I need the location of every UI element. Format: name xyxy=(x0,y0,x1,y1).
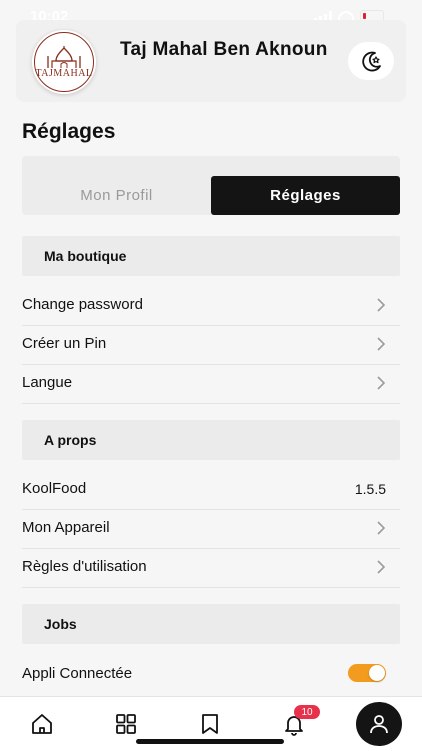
moon-star-icon xyxy=(362,51,381,72)
row-label: Appli Connectée xyxy=(22,665,133,682)
terms-row[interactable]: Règles d'utilisation xyxy=(22,548,400,588)
user-icon xyxy=(370,715,388,734)
bookmark-icon xyxy=(202,714,218,734)
section-title: Jobs xyxy=(44,616,77,632)
section-title: A props xyxy=(44,432,97,448)
shop-name: Taj Mahal Ben Aknoun xyxy=(120,39,328,60)
row-label: Mon Appareil xyxy=(22,519,110,536)
taj-mahal-icon xyxy=(47,45,81,68)
nav-bookmarks[interactable] xyxy=(192,707,228,741)
row-label: Créer un Pin xyxy=(22,335,107,352)
chevron-right-icon xyxy=(377,376,386,390)
shop-header: TAJMAHAL Taj Mahal Ben Aknoun xyxy=(16,20,406,102)
section-header-about: A props xyxy=(22,420,400,460)
chevron-right-icon xyxy=(377,298,386,312)
section-header-jobs: Jobs xyxy=(22,604,400,644)
row-label: Change password xyxy=(22,296,143,313)
tab-settings[interactable]: Réglages xyxy=(211,176,400,215)
row-label: Règles d'utilisation xyxy=(22,558,147,575)
chevron-right-icon xyxy=(377,337,386,351)
toggle-knob xyxy=(369,665,385,681)
chevron-right-icon xyxy=(377,521,386,535)
app-version-row: KoolFood 1.5.5 xyxy=(22,470,400,510)
notification-badge: 10 xyxy=(294,705,320,719)
app-name: KoolFood xyxy=(22,480,87,497)
theme-toggle-button[interactable] xyxy=(348,42,394,80)
chevron-right-icon xyxy=(377,560,386,574)
tab-profile[interactable]: Mon Profil xyxy=(22,176,211,215)
page-title: Réglages xyxy=(22,120,116,143)
nav-grid[interactable] xyxy=(108,707,144,741)
home-icon xyxy=(32,714,52,734)
app-connected-row: Appli Connectée xyxy=(22,655,400,694)
nav-profile[interactable] xyxy=(356,702,402,746)
section-title: Ma boutique xyxy=(44,248,127,264)
grid-icon xyxy=(116,714,136,734)
logo-text: TAJMAHAL xyxy=(35,67,93,79)
nav-home[interactable] xyxy=(24,707,60,741)
app-connected-toggle[interactable] xyxy=(348,664,386,682)
section-header-boutique: Ma boutique xyxy=(22,236,400,276)
app-version: 1.5.5 xyxy=(354,481,386,497)
nav-notifications[interactable]: 10 xyxy=(276,705,320,741)
language-row[interactable]: Langue xyxy=(22,364,400,404)
home-indicator xyxy=(136,739,284,744)
my-device-row[interactable]: Mon Appareil xyxy=(22,509,400,549)
change-password-row[interactable]: Change password xyxy=(22,286,400,326)
shop-logo: TAJMAHAL xyxy=(32,30,96,94)
row-label: Langue xyxy=(22,374,73,391)
settings-tabs: Mon Profil Réglages xyxy=(22,156,400,215)
create-pin-row[interactable]: Créer un Pin xyxy=(22,325,400,365)
